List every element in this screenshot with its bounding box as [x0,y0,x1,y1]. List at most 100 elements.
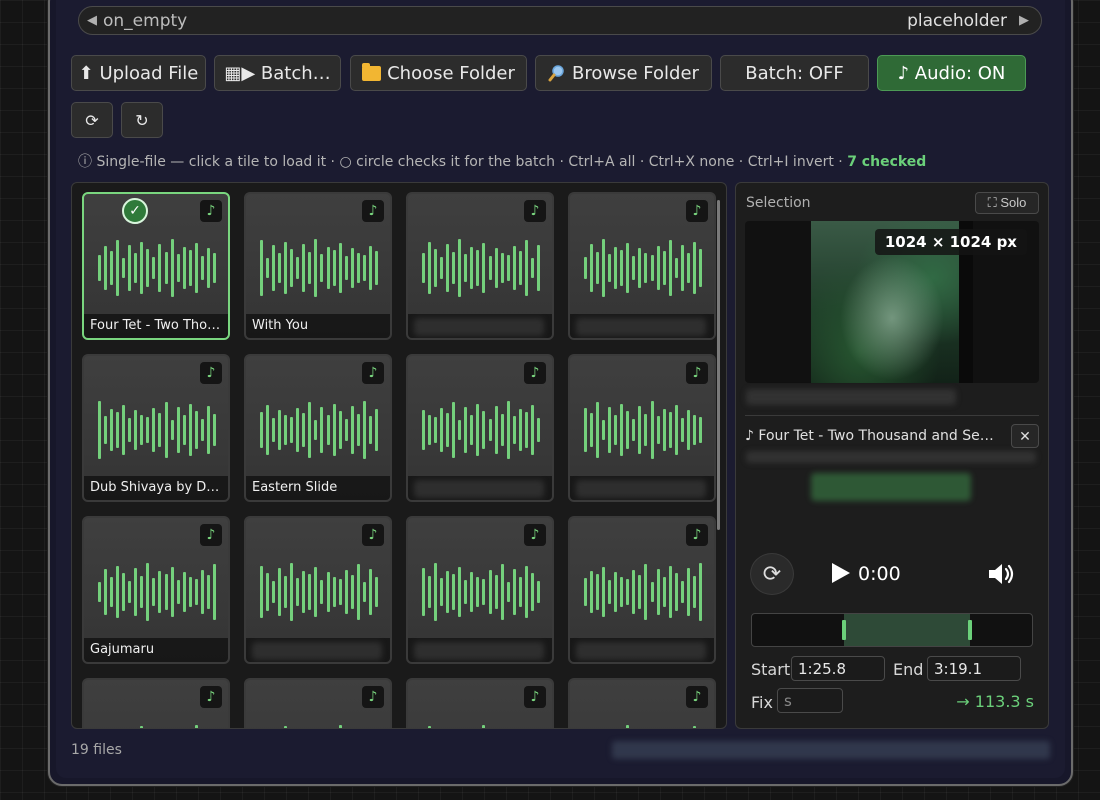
playback-time: 0:00 [858,563,901,585]
audio-toggle-button[interactable]: ♪ Audio: ON [877,55,1026,91]
redacted-path [746,451,1036,463]
audio-note-icon: ♪ [362,362,384,384]
refresh-button[interactable]: ⟳ [71,102,113,138]
checked-count: 7 checked [847,154,927,170]
redacted-folder-path [612,741,1050,759]
waveform-icon [422,238,540,298]
play-icon[interactable] [828,561,852,585]
fix-seconds-input[interactable] [777,688,843,713]
fix-label: Fix [751,693,773,712]
browse-folder-button[interactable]: Browse Folder [535,55,712,91]
file-tile[interactable]: ♪ Eastern Slide [244,354,392,502]
waveform-icon [422,400,540,460]
upload-file-label: ⬆ Upload File [78,62,199,84]
redacted-tile-label [576,642,706,660]
file-tile[interactable]: ♪ Gajumaru [82,516,230,664]
redacted-tile-label [414,642,544,660]
batch-check-icon[interactable]: ✓ [122,198,148,224]
widget-right-value: placeholder [907,10,1007,31]
solo-button[interactable]: ⛶ Solo [975,192,1039,214]
file-tile[interactable]: ♪ [82,678,230,728]
combo-widget[interactable]: ◀ on_empty placeholder ▶ [78,6,1042,35]
file-tile[interactable]: ♪ [406,516,554,664]
redacted-tile-label [414,480,544,498]
audio-note-icon: ♪ [362,686,384,708]
file-tile[interactable]: ♪ [568,354,716,502]
help-hint: ⓘ Single-file — click a tile to load it … [78,151,926,171]
folder-icon [362,62,382,81]
audio-note-icon: ♪ [362,200,384,222]
track-row: ♪ Four Tet - Two Thousand and Sev… ✕ [745,424,1039,448]
hint-text: ⓘ Single-file — click a tile to load it … [78,154,848,170]
file-tile[interactable]: ♪ [406,678,554,728]
waveform-icon [260,400,378,460]
file-tile[interactable]: ♪ [406,192,554,340]
upload-file-button[interactable]: ⬆ Upload File [71,55,206,91]
selection-title: Selection [746,195,811,211]
file-tile[interactable]: ♪ [244,678,392,728]
trim-range-bar[interactable] [751,613,1033,647]
start-label: Start [751,660,791,679]
resolution-badge: 1024 × 1024 px [874,229,1027,255]
track-name: ♪ Four Tet - Two Thousand and Sev… [745,428,1001,444]
audio-player: ⟳ 0:00 [750,553,1040,597]
tile-label: Dub Shivaya by Du… [84,476,228,500]
decrement-arrow-icon[interactable]: ◀ [87,13,97,28]
audio-note-icon: ♪ [362,524,384,546]
refresh-icon: ⟳ [85,110,99,130]
file-tile[interactable]: ♪ [568,678,716,728]
audio-note-icon: ♪ [200,524,222,546]
choose-folder-button[interactable]: Choose Folder [350,55,527,91]
audio-note-icon: ♪ [524,362,546,384]
audio-note-icon: ♪ [200,686,222,708]
audio-note-icon: ♪ [686,686,708,708]
batch-button[interactable]: ▦▶ Batch… [214,55,341,91]
waveform-icon [260,238,378,298]
waveform-icon [422,724,540,728]
reload-button[interactable]: ↻ [121,102,163,138]
file-tile[interactable]: ♪ [568,516,716,664]
volume-icon[interactable] [986,559,1016,589]
audio-note-icon: ♪ [686,362,708,384]
tile-label: With You [246,314,390,338]
redacted-tag [811,473,971,501]
audio-note-icon: ♪ [686,200,708,222]
trim-end-handle[interactable] [968,620,973,640]
waveform-icon [260,724,378,728]
audio-note-icon: ♪ [524,200,546,222]
audio-note-icon: ♪ [200,200,222,222]
waveform-icon [584,562,702,622]
end-time-input[interactable] [927,656,1021,681]
end-label: End [893,660,924,679]
audio-note-icon: ♪ [524,686,546,708]
widget-left-value: on_empty [103,10,188,31]
waveform-icon [584,400,702,460]
file-tile[interactable]: ♪ [568,192,716,340]
file-tile[interactable]: ♪ [244,516,392,664]
waveform-icon [98,400,216,460]
choose-folder-label: Choose Folder [387,62,515,84]
selection-panel: Selection ⛶ Solo 1024 × 1024 px ♪ Four T… [735,182,1049,729]
waveform-icon [98,562,216,622]
batch-toggle-button[interactable]: Batch: OFF [720,55,869,91]
batch-label: ▦▶ Batch… [224,62,331,84]
audio-note-icon: ♪ [686,524,708,546]
start-time-input[interactable] [791,656,885,681]
magnifier-icon [548,65,564,82]
file-tile[interactable]: ♪ Dub Shivaya by Du… [82,354,230,502]
file-tile[interactable]: ♪ With You [244,192,392,340]
redacted-tile-label [576,480,706,498]
increment-arrow-icon[interactable]: ▶ [1019,13,1029,28]
file-tile[interactable]: ♪ [406,354,554,502]
file-tile[interactable]: ♪ ✓ Four Tet - Two Tho… [82,192,230,340]
tile-label: Four Tet - Two Tho… [84,314,228,338]
loop-button[interactable]: ⟳ [750,553,794,595]
batch-toggle-label: Batch: OFF [745,62,844,84]
redacted-tile-label [252,642,382,660]
close-track-button[interactable]: ✕ [1011,424,1039,448]
waveform-icon [98,238,216,298]
redacted-tile-label [414,318,544,336]
tile-label: Gajumaru [84,638,228,662]
grid-scrollbar[interactable] [717,200,720,530]
trim-start-handle[interactable] [842,620,847,640]
